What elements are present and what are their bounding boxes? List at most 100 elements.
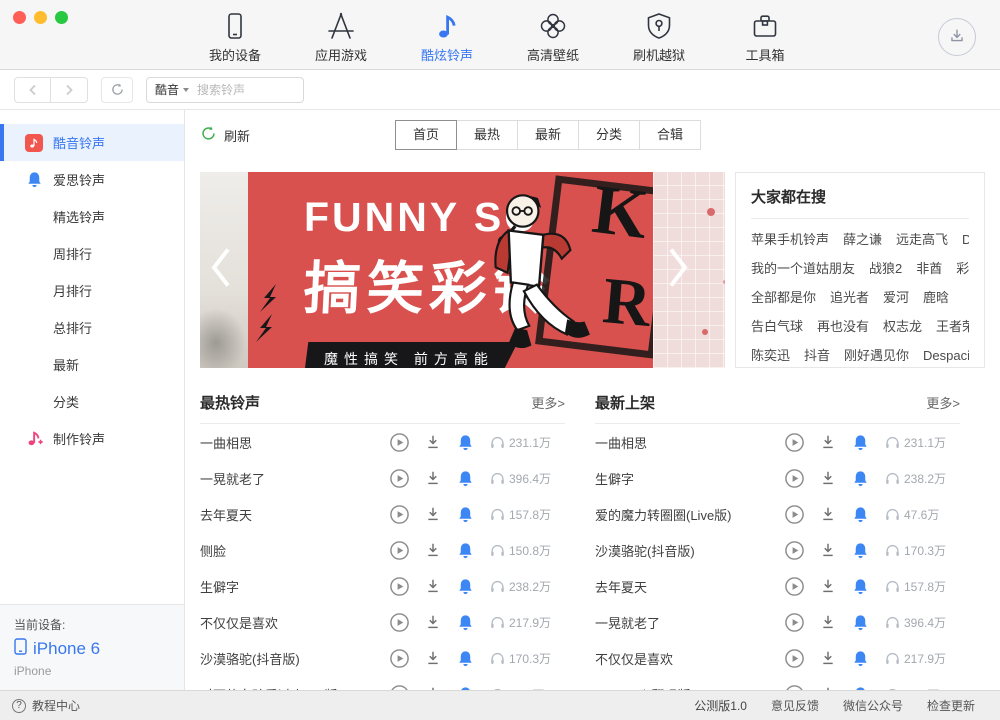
sidebar-item-monthly-rank[interactable]: 月排行	[0, 272, 184, 309]
carousel-prev-button[interactable]	[208, 246, 234, 295]
set-ringtone-bell-button[interactable]	[456, 613, 475, 632]
forward-button[interactable]	[51, 77, 88, 103]
search-input[interactable]	[197, 83, 295, 97]
feedback-link[interactable]: 意见反馈	[771, 697, 819, 714]
hot-search-term[interactable]: 我的一个道姑朋友	[751, 261, 855, 276]
hot-search-term[interactable]: 陈奕迅	[751, 348, 790, 363]
nav-item-wallpapers[interactable]: 高清壁纸	[510, 7, 596, 64]
tab-home[interactable]: 首页	[395, 120, 457, 150]
ringtone-title[interactable]: 生僻字	[595, 469, 784, 488]
set-ringtone-bell-button[interactable]	[851, 433, 870, 452]
sidebar-item-weekly-rank[interactable]: 周排行	[0, 235, 184, 272]
download-button[interactable]	[819, 433, 837, 451]
download-button[interactable]	[819, 505, 837, 523]
hot-search-term[interactable]: 薛之谦	[843, 232, 882, 247]
sidebar-item-aisi-ringtones[interactable]: 爱思铃声	[0, 161, 184, 198]
sidebar-item-newest[interactable]: 最新	[0, 346, 184, 383]
set-ringtone-bell-button[interactable]	[456, 649, 475, 668]
hot-search-term[interactable]: 战狼2	[869, 261, 902, 276]
sidebar-item-featured-ringtones[interactable]: 精选铃声	[0, 198, 184, 235]
download-button[interactable]	[424, 469, 442, 487]
sidebar-item-categories[interactable]: 分类	[0, 383, 184, 420]
ringtone-title[interactable]: 爱的魔力转圈圈(Live版)	[595, 505, 784, 524]
ringtone-title[interactable]: 沙漠骆驼(抖音版)	[595, 541, 784, 560]
set-ringtone-bell-button[interactable]	[456, 541, 475, 560]
play-button[interactable]	[389, 468, 410, 489]
play-button[interactable]	[784, 612, 805, 633]
hot-search-term[interactable]: 全部都是你	[751, 290, 816, 305]
set-ringtone-bell-button[interactable]	[851, 649, 870, 668]
download-manager-button[interactable]	[938, 18, 976, 56]
set-ringtone-bell-button[interactable]	[456, 469, 475, 488]
play-button[interactable]	[784, 648, 805, 669]
set-ringtone-bell-button[interactable]	[456, 505, 475, 524]
hot-search-term[interactable]: 彩铃	[956, 261, 969, 276]
nav-item-toolbox[interactable]: 工具箱	[722, 7, 808, 64]
hot-search-term[interactable]: 追光者	[830, 290, 869, 305]
wechat-account-link[interactable]: 微信公众号	[843, 697, 903, 714]
more-link[interactable]: 更多>	[531, 393, 565, 412]
ringtone-title[interactable]: 沙漠骆驼(抖音版)	[200, 649, 389, 668]
ringtone-title[interactable]: 一晃就老了	[595, 613, 784, 632]
hot-search-term[interactable]: 鹿晗	[923, 290, 949, 305]
sidebar-item-make-ringtone[interactable]: 制作铃声	[0, 420, 184, 457]
play-button[interactable]	[389, 576, 410, 597]
hot-search-term[interactable]: 告白气球	[751, 319, 803, 334]
ringtone-title[interactable]: 不仅仅是喜欢	[200, 613, 389, 632]
set-ringtone-bell-button[interactable]	[456, 577, 475, 596]
hot-search-term[interactable]: 刚好遇见你	[844, 348, 909, 363]
hot-search-term[interactable]: 苹果手机铃声	[751, 232, 829, 247]
play-button[interactable]	[389, 432, 410, 453]
hot-search-term[interactable]: 王者荣耀	[936, 319, 969, 334]
download-button[interactable]	[424, 505, 442, 523]
play-button[interactable]	[784, 432, 805, 453]
device-name-link[interactable]: iPhone 6	[14, 638, 170, 660]
ringtone-title[interactable]: 一曲相思	[595, 433, 784, 452]
download-button[interactable]	[424, 433, 442, 451]
hot-search-term[interactable]: 远走高飞	[896, 232, 948, 247]
set-ringtone-bell-button[interactable]	[851, 541, 870, 560]
hot-search-term[interactable]: DJ	[962, 232, 969, 247]
more-link[interactable]: 更多>	[926, 393, 960, 412]
ringtone-title[interactable]: 去年夏天	[595, 577, 784, 596]
banner-carousel[interactable]: FUNNY SO 搞笑彩铃 魔性搞笑 前方高能 K R	[200, 172, 725, 368]
banner-slide-funny-ringtones[interactable]: FUNNY SO 搞笑彩铃 魔性搞笑 前方高能 K R	[248, 172, 653, 368]
play-button[interactable]	[389, 612, 410, 633]
download-button[interactable]	[424, 613, 442, 631]
play-button[interactable]	[784, 576, 805, 597]
refresh-button[interactable]: 刷新	[200, 125, 250, 145]
play-button[interactable]	[389, 540, 410, 561]
download-button[interactable]	[819, 469, 837, 487]
check-update-link[interactable]: 检查更新	[927, 697, 975, 714]
download-button[interactable]	[424, 577, 442, 595]
play-button[interactable]	[784, 468, 805, 489]
hot-search-term[interactable]: Despacito	[923, 348, 969, 363]
carousel-next-button[interactable]	[665, 246, 691, 295]
download-button[interactable]	[424, 649, 442, 667]
hot-search-term[interactable]: 非酋	[916, 261, 942, 276]
ringtone-title[interactable]: 不仅仅是喜欢	[595, 649, 784, 668]
sidebar-item-total-rank[interactable]: 总排行	[0, 309, 184, 346]
hot-search-term[interactable]: 爱河	[883, 290, 909, 305]
tab-categories[interactable]: 分类	[578, 120, 640, 150]
set-ringtone-bell-button[interactable]	[851, 505, 870, 524]
download-button[interactable]	[424, 541, 442, 559]
download-button[interactable]	[819, 577, 837, 595]
nav-item-ringtones[interactable]: 酷炫铃声	[404, 7, 490, 64]
back-button[interactable]	[14, 77, 51, 103]
ringtone-title[interactable]: 去年夏天	[200, 505, 389, 524]
reload-button[interactable]	[101, 77, 133, 103]
hot-search-term[interactable]: 权志龙	[883, 319, 922, 334]
set-ringtone-bell-button[interactable]	[851, 469, 870, 488]
ringtone-title[interactable]: 一晃就老了	[200, 469, 389, 488]
play-button[interactable]	[784, 504, 805, 525]
download-button[interactable]	[819, 613, 837, 631]
nav-item-apps-games[interactable]: 应用游戏	[298, 7, 384, 64]
search-category-select[interactable]: 酷音	[155, 81, 189, 98]
set-ringtone-bell-button[interactable]	[456, 433, 475, 452]
download-button[interactable]	[819, 649, 837, 667]
hot-search-term[interactable]: 抖音	[804, 348, 830, 363]
hot-search-term[interactable]: 再也没有	[817, 319, 869, 334]
tutorial-center-link[interactable]: ? 教程中心	[12, 697, 80, 714]
sidebar-item-kuyin-ringtones[interactable]: 酷音铃声	[0, 124, 184, 161]
